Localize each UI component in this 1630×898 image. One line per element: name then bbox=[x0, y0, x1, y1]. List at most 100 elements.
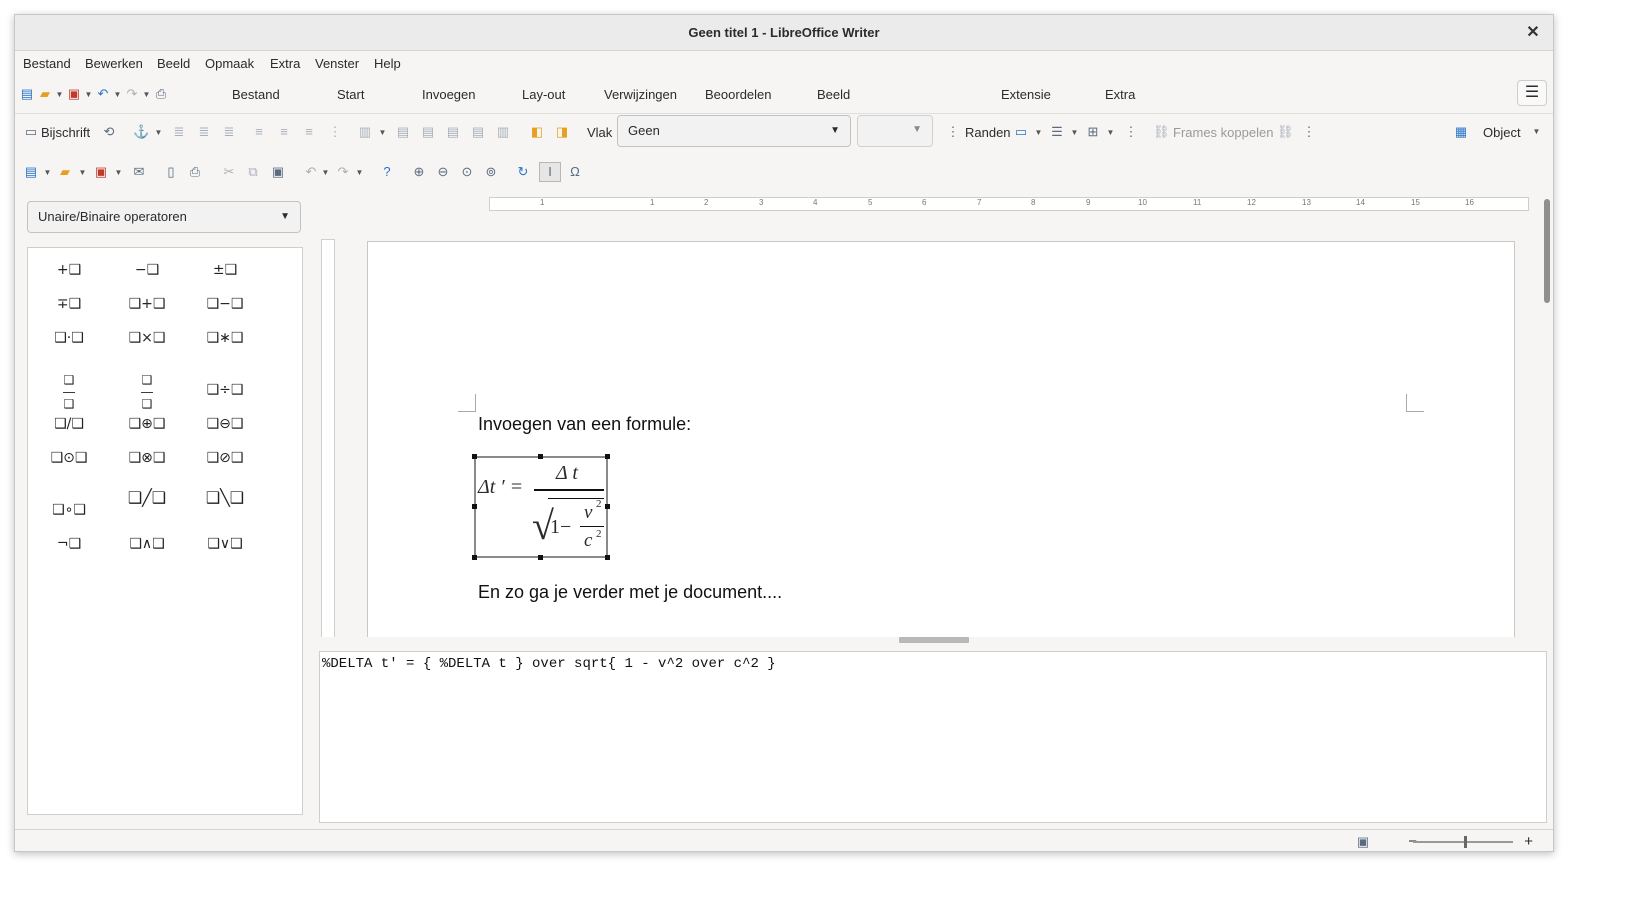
save-2-icon[interactable]: ▣ bbox=[93, 164, 109, 180]
undo-2-icon[interactable]: ↶ bbox=[303, 164, 319, 180]
menu-extra[interactable]: Extra bbox=[270, 56, 300, 71]
align-left-icon[interactable]: ≡ bbox=[251, 124, 267, 140]
zoom-in-button[interactable]: + bbox=[1524, 833, 1533, 850]
symbol-fraction[interactable]: ❑ ― ❑ bbox=[44, 374, 94, 410]
help-icon[interactable]: ? bbox=[379, 164, 395, 180]
show-all-icon[interactable]: ⊚ bbox=[483, 164, 499, 180]
symbol-wide-slash[interactable]: ❑╱❑ bbox=[122, 488, 172, 507]
object-dropdown-icon[interactable]: ▼ bbox=[1532, 127, 1541, 136]
symbol-ring-operator[interactable]: ❑∘❑ bbox=[44, 502, 94, 518]
export-pdf-icon[interactable]: ▯ bbox=[163, 164, 179, 180]
wrap-off-icon[interactable]: ≣ bbox=[171, 124, 187, 140]
tab-extra[interactable]: Extra bbox=[1105, 87, 1135, 102]
resize-handle[interactable] bbox=[538, 555, 543, 560]
new-doc-icon[interactable]: ▤ bbox=[23, 164, 39, 180]
caption-button[interactable]: Bijschrift bbox=[41, 125, 90, 140]
area-fill-detail-select[interactable]: ▼ bbox=[857, 115, 933, 147]
document-scrollbar[interactable] bbox=[1541, 193, 1553, 637]
save-dropdown-icon[interactable]: ▼ bbox=[84, 90, 93, 99]
align-top-icon[interactable]: ▤ bbox=[395, 124, 411, 140]
symbol-circled-plus[interactable]: ❑⊕❑ bbox=[122, 416, 172, 432]
link-frames-icon[interactable]: ⛓ bbox=[1153, 124, 1170, 140]
open-dropdown-2-icon[interactable]: ▼ bbox=[78, 168, 87, 177]
border-style-icon[interactable]: ☰ bbox=[1049, 124, 1065, 140]
symbol-plus[interactable]: +❑ bbox=[44, 262, 94, 278]
bring-forward-icon[interactable]: ◧ bbox=[529, 124, 545, 140]
menu-bestand[interactable]: Bestand bbox=[23, 56, 71, 71]
symbol-addition[interactable]: ❑+❑ bbox=[122, 296, 172, 312]
symbol-and[interactable]: ❑∧❑ bbox=[122, 536, 172, 552]
align-dropdown-icon[interactable]: ▼ bbox=[378, 128, 387, 137]
new-document-icon[interactable]: ▤ bbox=[19, 86, 35, 102]
resize-handle[interactable] bbox=[538, 454, 543, 459]
symbol-asterisk[interactable]: ❑∗❑ bbox=[200, 330, 250, 346]
area-fill-select[interactable]: Geen ▼ bbox=[617, 115, 851, 147]
document-line-continue[interactable]: En zo ga je verder met je document.... bbox=[478, 582, 782, 603]
object-button[interactable]: Object bbox=[1483, 125, 1521, 140]
zoom-slider[interactable] bbox=[1413, 841, 1513, 843]
editor-splitter[interactable] bbox=[319, 637, 1553, 649]
resize-handle[interactable] bbox=[472, 454, 477, 459]
anchor-icon[interactable]: ⚓ bbox=[133, 124, 149, 140]
zoom-100-icon[interactable]: ⊙ bbox=[459, 164, 475, 180]
menu-venster[interactable]: Venster bbox=[315, 56, 359, 71]
symbol-dot-product[interactable]: ❑·❑ bbox=[44, 330, 94, 346]
borders-grid-icon[interactable]: ⊞ bbox=[1085, 124, 1101, 140]
tab-verwijzingen[interactable]: Verwijzingen bbox=[604, 87, 677, 102]
unlink-frames-icon[interactable]: ⛓ bbox=[1277, 124, 1294, 140]
link-frames-button[interactable]: Frames koppelen bbox=[1173, 125, 1273, 140]
symbol-wide-fraction[interactable]: ❑ ― ❑ bbox=[122, 374, 172, 410]
update-icon[interactable]: ↻ bbox=[515, 164, 531, 180]
symbol-circled-dot[interactable]: ❑⊙❑ bbox=[44, 450, 94, 466]
menu-opmaak[interactable]: Opmaak bbox=[205, 56, 254, 71]
formula-command-text[interactable]: %DELTA t' = { %DELTA t } over sqrt{ 1 - … bbox=[322, 656, 776, 672]
element-category-select[interactable]: Unaire/Binaire operatoren ▼ bbox=[27, 201, 301, 233]
menu-help[interactable]: Help bbox=[374, 56, 401, 71]
align-right-icon[interactable]: ≡ bbox=[301, 124, 317, 140]
align-bottom-icon[interactable]: ▤ bbox=[445, 124, 461, 140]
symbol-minus-plus[interactable]: ∓❑ bbox=[44, 296, 94, 312]
align-middle-icon[interactable]: ▤ bbox=[420, 124, 436, 140]
symbol-circled-times[interactable]: ❑⊗❑ bbox=[122, 450, 172, 466]
menu-bewerken[interactable]: Bewerken bbox=[85, 56, 143, 71]
copy-icon[interactable]: ⧉ bbox=[245, 164, 261, 180]
paste-icon[interactable]: ▣ bbox=[270, 164, 286, 180]
symbol-or[interactable]: ❑∨❑ bbox=[200, 536, 250, 552]
borders-dropdown-icon[interactable]: ▼ bbox=[1106, 128, 1115, 137]
scrollbar-thumb[interactable] bbox=[1544, 199, 1550, 303]
resize-handle[interactable] bbox=[605, 555, 610, 560]
document-modified-icon[interactable]: ▣ bbox=[1355, 834, 1371, 850]
tab-invoegen[interactable]: Invoegen bbox=[422, 87, 476, 102]
symbol-circled-slash[interactable]: ❑⊘❑ bbox=[200, 450, 250, 466]
wrap-optimal-icon[interactable]: ≣ bbox=[221, 124, 237, 140]
formula-object[interactable]: Δt ′ = Δ t √ 1− v 2 c 2 bbox=[472, 454, 610, 560]
border-style-dropdown-icon[interactable]: ▼ bbox=[1070, 128, 1079, 137]
document-line-intro[interactable]: Invoegen van een formule: bbox=[478, 414, 691, 435]
tab-beoordelen[interactable]: Beoordelen bbox=[705, 87, 772, 102]
more-options-icon[interactable]: ⋮ bbox=[327, 124, 343, 140]
zoom-out-icon[interactable]: ⊖ bbox=[435, 164, 451, 180]
formula-cursor-icon[interactable]: I bbox=[539, 162, 561, 182]
align-chars-icon[interactable]: ▥ bbox=[495, 124, 511, 140]
menu-beeld[interactable]: Beeld bbox=[157, 56, 190, 71]
wrap-icon[interactable]: ⟲ bbox=[101, 124, 117, 140]
undo-icon[interactable]: ↶ bbox=[95, 86, 111, 102]
tab-extensie[interactable]: Extensie bbox=[1001, 87, 1051, 102]
undo-dropdown-2-icon[interactable]: ▼ bbox=[321, 168, 330, 177]
tab-bestand[interactable]: Bestand bbox=[232, 87, 280, 102]
symbol-not[interactable]: ¬❑ bbox=[44, 536, 94, 552]
symbols-icon[interactable]: Ω bbox=[567, 164, 583, 180]
document-page[interactable]: Invoegen van een formule: Δt ′ = Δ t √ 1… bbox=[367, 241, 1515, 637]
close-button[interactable]: ✕ bbox=[1521, 21, 1545, 45]
border-color-icon[interactable]: ▭ bbox=[1013, 124, 1029, 140]
email-icon[interactable]: ✉ bbox=[131, 164, 147, 180]
symbol-circled-minus[interactable]: ❑⊖❑ bbox=[200, 416, 250, 432]
open-icon[interactable]: ▰ bbox=[57, 164, 73, 180]
align-base-icon[interactable]: ▤ bbox=[470, 124, 486, 140]
symbol-plus-minus[interactable]: ±❑ bbox=[200, 262, 250, 278]
send-backward-icon[interactable]: ◨ bbox=[554, 124, 570, 140]
zoom-slider-thumb[interactable] bbox=[1464, 836, 1467, 848]
resize-handle[interactable] bbox=[605, 454, 610, 459]
redo-dropdown-icon[interactable]: ▼ bbox=[142, 90, 151, 99]
formula-command-editor[interactable]: %DELTA t' = { %DELTA t } over sqrt{ 1 - … bbox=[319, 651, 1547, 823]
